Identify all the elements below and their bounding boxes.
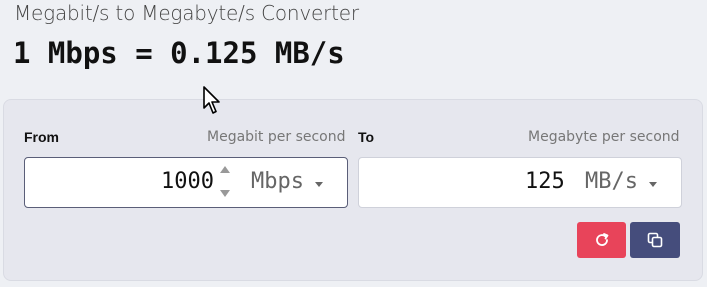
copy-icon — [647, 232, 663, 248]
spinner-down-icon[interactable] — [220, 190, 230, 197]
refresh-icon — [595, 233, 608, 246]
to-field[interactable]: 125 MB/s — [358, 157, 682, 208]
to-label: To — [358, 129, 375, 145]
from-unit-select[interactable]: Mbps — [251, 169, 304, 194]
conversion-result: 1 Mbps = 0.125 MB/s — [13, 36, 345, 70]
to-value-output[interactable]: 125 — [525, 169, 565, 194]
from-unit-description: Megabit per second — [207, 129, 346, 145]
chevron-down-icon[interactable] — [315, 182, 323, 187]
to-unit-select[interactable]: MB/s — [585, 169, 638, 194]
reset-button[interactable] — [577, 222, 626, 258]
to-unit-description: Megabyte per second — [528, 129, 680, 145]
copy-button[interactable] — [630, 222, 680, 258]
mouse-pointer-icon — [203, 86, 220, 114]
chevron-down-icon[interactable] — [649, 182, 657, 187]
from-label: From — [24, 129, 59, 145]
spinner-up-icon[interactable] — [220, 166, 230, 173]
from-field[interactable]: 1000 Mbps — [24, 157, 348, 208]
page-title: Megabit/s to Megabyte/s Converter — [14, 1, 359, 25]
from-value-input[interactable]: 1000 — [161, 169, 214, 194]
